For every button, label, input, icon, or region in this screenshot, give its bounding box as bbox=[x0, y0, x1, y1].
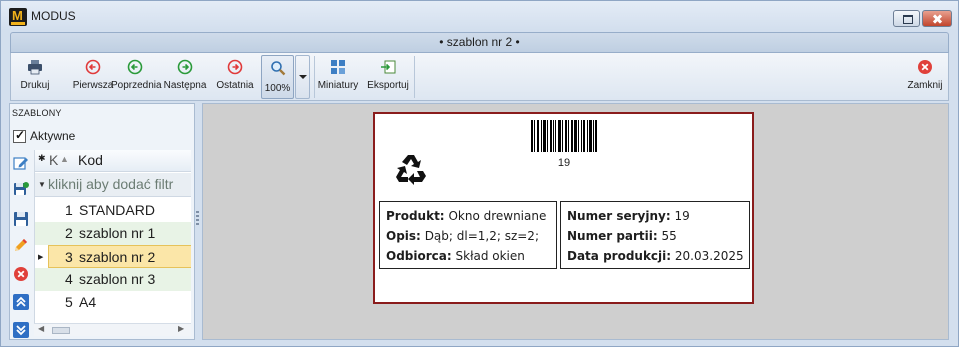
printer-icon bbox=[28, 60, 42, 75]
print-button[interactable]: Drukuj bbox=[15, 57, 55, 97]
recipient-value: Skład okien bbox=[455, 249, 525, 263]
previous-page-button[interactable]: Poprzednia bbox=[111, 57, 162, 97]
production-info-box: Numer seryjny: 19 Numer partii: 55 Data … bbox=[560, 201, 750, 269]
zoom-button[interactable]: 100% bbox=[261, 55, 294, 99]
zoom-value: 100% bbox=[264, 83, 291, 94]
filter-placeholder: kliknij aby dodać filtr bbox=[48, 176, 174, 192]
serial-label: Numer seryjny: bbox=[567, 209, 671, 223]
first-page-label: Pierwsza bbox=[72, 80, 114, 91]
active-checkbox-label: Aktywne bbox=[30, 129, 76, 143]
arrow-left-circle-icon bbox=[127, 59, 143, 75]
app-logo-letter: M bbox=[12, 8, 23, 23]
document-tab[interactable]: • szablon nr 2 • bbox=[10, 32, 949, 53]
pencil-icon[interactable] bbox=[13, 237, 29, 253]
serial-value: 19 bbox=[674, 209, 690, 223]
active-checkbox[interactable] bbox=[13, 128, 26, 143]
title-bar: M MODUS bbox=[1, 1, 958, 30]
row-number: 4 bbox=[65, 271, 73, 287]
table-row[interactable]: 5 A4 bbox=[35, 291, 191, 314]
filter-row-icon: ▼ bbox=[38, 180, 46, 189]
toolbar-separator bbox=[414, 56, 415, 98]
description-label: Opis: bbox=[386, 229, 421, 243]
table-row[interactable]: 1 STANDARD bbox=[35, 199, 191, 222]
description-value: Dąb; dl=1,2; sz=2; bbox=[424, 229, 539, 243]
next-page-button[interactable]: Następna bbox=[161, 57, 209, 97]
save-icon[interactable] bbox=[13, 211, 29, 227]
scroll-right-icon[interactable]: ▶ bbox=[178, 324, 184, 333]
last-page-label: Ostatnia bbox=[216, 80, 254, 91]
table-row[interactable]: 2 szablon nr 1 bbox=[35, 222, 191, 245]
barcode-number: 19 bbox=[557, 157, 571, 169]
product-value: Okno drewniane bbox=[448, 209, 547, 223]
recipient-label: Odbiorca: bbox=[386, 249, 452, 263]
thumbnails-icon bbox=[331, 60, 345, 74]
active-filter[interactable]: Aktywne bbox=[13, 128, 75, 144]
previous-page-label: Poprzednia bbox=[111, 80, 162, 91]
arrow-left-circle-icon bbox=[85, 59, 101, 75]
first-page-button[interactable]: Pierwsza bbox=[69, 57, 117, 97]
product-label: Produkt: bbox=[386, 209, 445, 223]
next-page-label: Następna bbox=[163, 80, 207, 91]
product-info-box: Produkt: Okno drewniane Opis: Dąb; dl=1,… bbox=[379, 201, 557, 269]
scroll-left-icon[interactable]: ◀ bbox=[38, 324, 44, 333]
app-logo-icon: M bbox=[9, 8, 27, 26]
magnifier-icon bbox=[271, 61, 286, 76]
zoom-dropdown-button[interactable] bbox=[295, 55, 310, 99]
row-number: 1 bbox=[65, 202, 73, 218]
row-name: A4 bbox=[79, 294, 97, 310]
window-title: MODUS bbox=[31, 9, 76, 23]
templates-grid: ✱ K ▲ Kod ▼ kliknij aby dodać filtr 1 ST… bbox=[34, 150, 191, 323]
production-date-value: 20.03.2025 bbox=[674, 249, 744, 263]
grid-header: ✱ K ▲ Kod bbox=[35, 150, 191, 172]
export-label: Eksportuj bbox=[367, 80, 409, 91]
arrow-right-circle-icon bbox=[177, 59, 193, 75]
production-date-label: Data produkcji: bbox=[567, 249, 672, 263]
row-indicator-header: ✱ bbox=[38, 153, 46, 163]
grid-filter-row[interactable]: ▼ kliknij aby dodać filtr bbox=[35, 173, 191, 197]
sort-asc-icon: ▲ bbox=[60, 154, 69, 164]
app-window: M MODUS • szablon nr 2 • Drukuj Pierwsza bbox=[0, 0, 959, 347]
row-number: 5 bbox=[65, 294, 73, 310]
move-top-icon[interactable] bbox=[13, 294, 29, 310]
thumbnails-label: Miniatury bbox=[317, 80, 359, 91]
row-name: STANDARD bbox=[79, 202, 155, 218]
close-preview-label: Zamknij bbox=[907, 80, 943, 91]
row-number: 2 bbox=[65, 225, 73, 241]
last-page-button[interactable]: Ostatnia bbox=[212, 57, 258, 97]
row-number: 3 bbox=[65, 249, 73, 265]
arrow-right-circle-icon bbox=[227, 59, 243, 75]
barcode bbox=[531, 120, 597, 152]
print-label: Drukuj bbox=[20, 80, 50, 91]
export-button[interactable]: Eksportuj bbox=[365, 57, 411, 97]
toolbar: Drukuj Pierwsza Poprzednia Następna Osta… bbox=[10, 53, 949, 101]
restore-window-button[interactable] bbox=[893, 10, 920, 27]
move-bottom-icon[interactable] bbox=[13, 322, 29, 338]
export-icon bbox=[381, 60, 396, 74]
edit-icon[interactable] bbox=[13, 155, 29, 171]
current-row-indicator-icon: ▶ bbox=[38, 253, 44, 261]
table-row-selected[interactable]: 3 szablon nr 2 bbox=[48, 245, 191, 268]
toolbar-separator bbox=[314, 56, 315, 98]
row-name: szablon nr 2 bbox=[79, 249, 156, 265]
row-name: szablon nr 3 bbox=[79, 271, 156, 287]
templates-panel-header: SZABLONY bbox=[12, 108, 62, 118]
close-window-button[interactable] bbox=[922, 10, 952, 27]
panel-splitter[interactable] bbox=[196, 211, 199, 225]
row-name: szablon nr 1 bbox=[79, 225, 156, 241]
batch-label: Numer partii: bbox=[567, 229, 658, 243]
close-circle-icon bbox=[918, 60, 932, 74]
horizontal-scrollbar[interactable]: ◀ ▶ bbox=[34, 323, 191, 336]
scrollbar-thumb[interactable] bbox=[52, 327, 70, 334]
column-header-short[interactable]: K bbox=[49, 152, 58, 168]
delete-icon[interactable] bbox=[13, 266, 29, 282]
batch-value: 55 bbox=[661, 229, 677, 243]
table-row[interactable]: 4 szablon nr 3 bbox=[35, 268, 191, 291]
save-new-icon[interactable] bbox=[13, 181, 29, 197]
recycle-icon bbox=[396, 155, 426, 185]
close-preview-button[interactable]: Zamknij bbox=[904, 57, 946, 97]
thumbnails-button[interactable]: Miniatury bbox=[316, 57, 360, 97]
column-header-code[interactable]: Kod bbox=[78, 152, 103, 168]
